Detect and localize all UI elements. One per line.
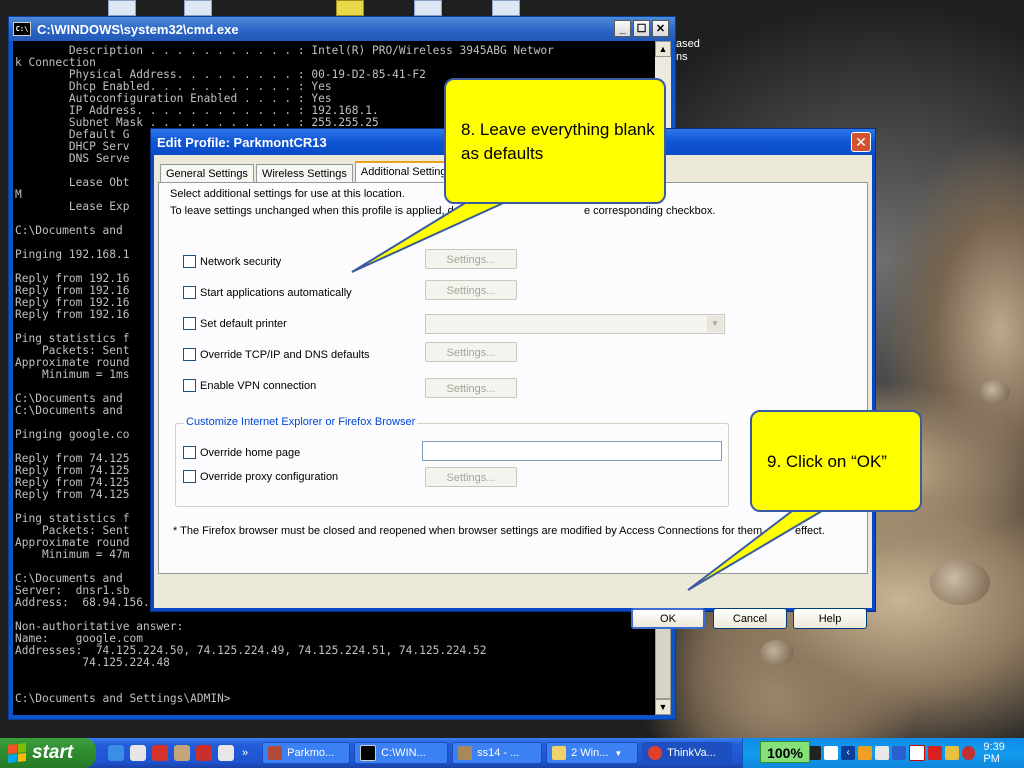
app-icon — [458, 746, 473, 760]
task-label: 2 Win... — [571, 747, 609, 759]
start-label: start — [32, 742, 74, 763]
task-parkmont[interactable]: Parkmo... — [262, 742, 351, 764]
task-cmd[interactable]: C:\WIN... — [354, 742, 449, 764]
clock[interactable]: 9:39 PM — [983, 741, 1024, 765]
quicklaunch-icon[interactable] — [196, 745, 212, 761]
callout-8-pointer — [351, 199, 511, 273]
network-icon[interactable] — [891, 746, 906, 760]
quicklaunch-icon[interactable] — [218, 745, 234, 761]
app-icon — [268, 746, 283, 760]
callout-step-9: 9. Click on “OK” — [750, 410, 922, 512]
tray-icon[interactable] — [908, 745, 925, 761]
task-label: Parkmo... — [287, 747, 335, 759]
cmd-icon — [360, 745, 377, 761]
tray-icon[interactable] — [824, 746, 839, 760]
chevron-left-icon[interactable]: ‹ — [841, 746, 856, 760]
quicklaunch-overflow-icon[interactable]: » — [242, 747, 248, 759]
task-label: C:\WIN... — [381, 747, 426, 759]
callout-step-9-text: 9. Click on “OK” — [767, 452, 887, 471]
tray-icon[interactable] — [961, 746, 976, 760]
tray-icon[interactable] — [875, 746, 889, 760]
quicklaunch-icon[interactable] — [174, 745, 190, 761]
zoom-level-indicator[interactable]: 100% — [760, 741, 810, 763]
task-ss14[interactable]: ss14 - ... — [452, 742, 543, 764]
task-label: ThinkVa... — [667, 747, 716, 759]
quicklaunch-icon[interactable] — [152, 745, 168, 761]
start-button[interactable]: start — [0, 738, 96, 768]
task-label: ss14 - ... — [477, 747, 520, 759]
callout-9-pointer — [687, 504, 836, 591]
tray-icon[interactable] — [858, 746, 873, 760]
thinkvantage-icon — [648, 746, 663, 760]
security-shield-icon[interactable] — [927, 746, 942, 760]
task-windows-group[interactable]: 2 Win... ▼ — [546, 742, 639, 764]
callout-step-8: 8. Leave everything blank as defaults — [444, 78, 666, 204]
windows-flag-icon — [8, 743, 26, 763]
folder-icon — [552, 746, 567, 760]
callout-step-8-text: 8. Leave everything blank as defaults — [461, 120, 655, 163]
quicklaunch-icon[interactable] — [130, 745, 146, 761]
task-thinkvantage[interactable]: ThinkVa... — [642, 742, 733, 764]
taskbar: start » Parkmo... C:\WIN... ss14 - ... 2… — [0, 738, 1024, 768]
tray-icon[interactable] — [944, 746, 959, 760]
ie-quicklaunch-icon[interactable] — [108, 745, 124, 761]
chevron-down-icon: ▼ — [614, 748, 623, 758]
